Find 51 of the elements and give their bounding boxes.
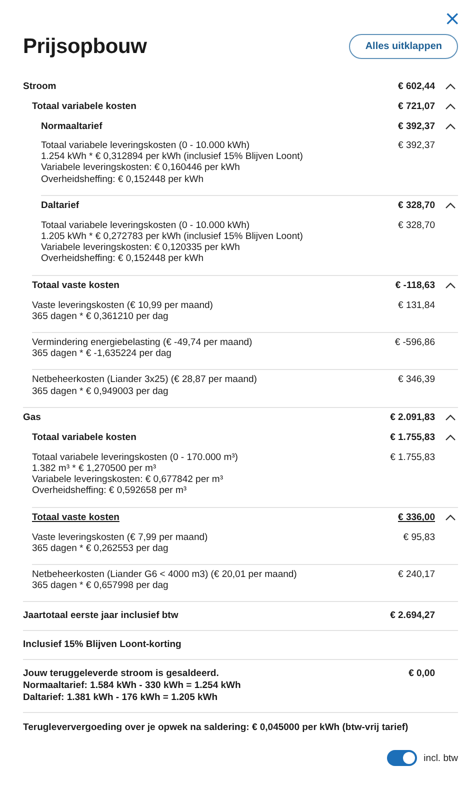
cost-description: Vaste leveringskosten (€ 10,99 per maand) 365 dagen * € 0,361210 per dag (32, 300, 214, 322)
cost-description: Netbeheerkosten (Liander G6 < 4000 m3) (€ 20,01 per maand) 365 dagen * € 0,657998 per dag (32, 569, 298, 592)
section-amount: € 336,00 (398, 512, 435, 524)
section-title[interactable]: Stroom (23, 80, 398, 92)
summary-amount: € 2.694,27 (390, 610, 435, 622)
section-title[interactable]: Totaal variabele kosten (32, 100, 398, 112)
chevron-up-icon[interactable] (445, 414, 456, 422)
cost-amount: € 346,39 (398, 374, 435, 388)
chevron-up-icon[interactable] (445, 282, 456, 290)
summary-text: Inclusief 15% Blijven Loont-korting (23, 639, 182, 652)
section-title[interactable]: Totaal vaste kosten (32, 280, 396, 292)
toggle-label: incl. btw (424, 752, 458, 764)
cost-amount: € 131,84 (398, 300, 435, 313)
feed-in-note: Terugleververgoeding over je opwek na saldering: € 0,045000 per kWh (btw-vrij tarief) (23, 721, 410, 736)
cost-description: Netbeheerkosten (Liander 3x25) (€ 28,87 per maand) 365 dagen * € 0,949003 per dag (32, 374, 258, 397)
summary-text: Jaartotaal eerste jaar inclusief btw (23, 610, 180, 622)
cost-amount: € 95,83 (403, 532, 435, 545)
expand-all-button[interactable]: Alles uitklappen (349, 34, 458, 59)
section-title[interactable]: Totaal variabele kosten (32, 432, 390, 444)
chevron-up-icon[interactable] (445, 102, 456, 110)
summary-text: Jouw teruggeleverde stroom is gesaldeerd. Normaaltarief: 1.584 kWh - 330 kWh = 1.254 kWh Daltarief: 1.381 kWh - 176 kWh = 1.205 kWh (23, 668, 242, 704)
section-amount: € 328,70 (398, 200, 435, 212)
section-title[interactable]: Normaaltarief (41, 120, 398, 132)
cost-description: Totaal variabele leveringskosten (0 - 10.000 kWh) 1.205 kWh * € 0,272783 per kWh (inclusief 15% Blijven Loont) Variabele leveringskosten: € 0,120335 per kWh Overheidsheffing: € 0,152448 per kWh (41, 220, 304, 265)
chevron-up-icon[interactable] (445, 434, 456, 442)
section-amount: € 602,44 (398, 80, 435, 92)
cost-amount: € 240,17 (398, 569, 435, 582)
page-title: Prijsopbouw (23, 34, 147, 58)
section-amount: € 721,07 (398, 100, 435, 112)
vat-toggle[interactable] (386, 750, 417, 766)
summary-amount: € 0,00 (408, 668, 435, 682)
cost-amount: € 328,70 (398, 220, 435, 233)
cost-description: Vermindering energiebelasting (€ -49,74 per maand) 365 dagen * € -1,635224 per dag (32, 337, 254, 360)
section-amount: € -118,63 (395, 280, 435, 292)
section-title[interactable]: Totaal vaste kosten (32, 512, 398, 524)
cost-amount: € 392,37 (398, 140, 435, 153)
section-amount: € 2.091,83 (390, 412, 435, 424)
cost-amount: € -596,86 (394, 337, 435, 350)
section-title[interactable]: Daltarief (41, 200, 398, 212)
chevron-up-icon[interactable] (445, 202, 456, 210)
chevron-up-icon[interactable] (445, 82, 456, 90)
cost-description: Vaste leveringskosten (€ 7,99 per maand) 365 dagen * € 0,262553 per dag (32, 532, 209, 554)
section-amount: € 1.755,83 (390, 432, 435, 444)
cost-amount: € 1.755,83 (390, 452, 435, 465)
cost-description: Totaal variabele leveringskosten (0 - 170.000 m³) 1.382 m³ * € 1,270500 per m³ Variabele leveringskosten: € 0,677842 per m³ Overheidsheffing: € 0,592658 per m³ (32, 452, 239, 497)
section-amount: € 392,37 (398, 120, 435, 132)
chevron-up-icon[interactable] (445, 122, 456, 130)
section-title[interactable]: Gas (23, 412, 390, 424)
chevron-up-icon[interactable] (445, 514, 456, 522)
close-button[interactable]: × (444, 10, 458, 26)
cost-description: Totaal variabele leveringskosten (0 - 10.000 kWh) 1.254 kWh * € 0,312894 per kWh (inclusief 15% Blijven Loont) Variabele leveringskosten: € 0,160446 per kWh Overheidsheffing: € 0,152448 per kWh (41, 140, 304, 185)
